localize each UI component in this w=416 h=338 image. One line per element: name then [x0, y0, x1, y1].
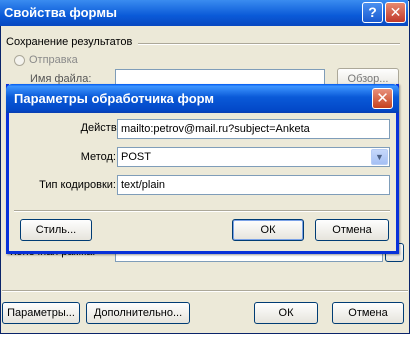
advanced-button[interactable]: Дополнительно... [86, 302, 190, 324]
footer-divider [2, 290, 408, 292]
close-icon: ✕ [389, 4, 402, 20]
form-properties-cancel-button[interactable]: Отмена [332, 302, 404, 324]
save-results-group-title: Сохранение результатов [6, 36, 133, 48]
params-button[interactable]: Параметры... [2, 302, 80, 324]
action-input[interactable]: mailto:petrov@mail.ru?subject=Anketa [117, 119, 390, 139]
form-handler-close-button[interactable]: ✕ [372, 88, 393, 109]
form-handler-title: Параметры обработчика форм [14, 91, 215, 106]
method-value: POST [121, 151, 151, 163]
help-icon: ? [368, 4, 377, 20]
handler-divider [14, 210, 390, 212]
method-label: Метод: [80, 151, 116, 163]
help-button[interactable]: ? [362, 2, 383, 23]
style-button[interactable]: Стиль... [20, 219, 92, 241]
close-icon: ✕ [376, 90, 389, 107]
action-label: Действие: [80, 122, 132, 134]
chevron-down-icon[interactable]: ▼ [371, 149, 388, 165]
form-properties-ok-button[interactable]: ОК [254, 302, 318, 324]
method-select[interactable]: POST [117, 147, 390, 167]
encoding-label: Тип кодировки: [39, 179, 116, 191]
send-radio-label: Отправка [29, 54, 78, 66]
radio-icon[interactable] [14, 55, 25, 66]
encoding-input[interactable]: text/plain [117, 175, 390, 195]
handler-cancel-button[interactable]: Отмена [315, 219, 389, 241]
form-properties-close-button[interactable]: ✕ [385, 2, 406, 23]
handler-ok-button[interactable]: ОК [232, 219, 304, 241]
group-divider [138, 43, 400, 45]
form-properties-title: Свойства формы [4, 5, 118, 20]
